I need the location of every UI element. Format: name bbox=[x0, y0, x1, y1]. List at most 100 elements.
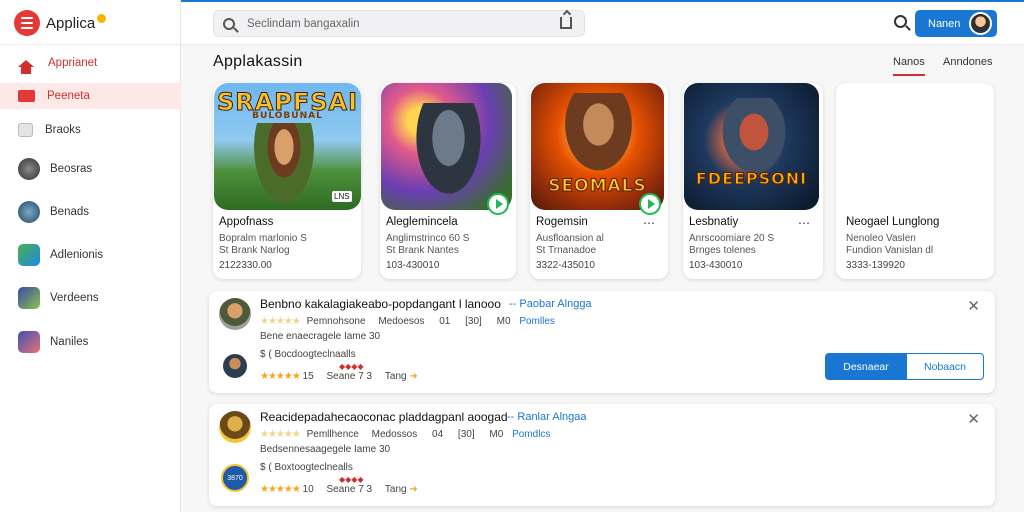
avatar bbox=[223, 354, 247, 378]
sidebar: Applica Apprianet Peeneta Braoks Beosras… bbox=[0, 0, 181, 512]
review-author-link[interactable]: -- Ranlar Alngaa bbox=[507, 411, 587, 423]
menu-icon[interactable] bbox=[14, 10, 40, 36]
sidebar-item-home[interactable]: Apprianet bbox=[0, 50, 181, 76]
app-card[interactable]: FDEEPSONI ⋯ Lesbnatiy Anrscoomiare 20 S … bbox=[683, 83, 823, 279]
home-icon bbox=[18, 59, 34, 74]
character-art bbox=[411, 103, 486, 203]
app-name: Appofnass bbox=[219, 216, 274, 228]
app-size: 2122330.00 bbox=[219, 260, 272, 271]
game-thumbnail-icon bbox=[18, 201, 40, 223]
character-art bbox=[254, 123, 314, 203]
rating-stars: ★★★★★ bbox=[260, 484, 301, 495]
app-card[interactable]: SEOMALS ⋯ Rogemsin Ausfloansion al St Tr… bbox=[530, 83, 668, 279]
search-bar[interactable] bbox=[213, 10, 585, 37]
sidebar-item-label: Beosras bbox=[50, 163, 93, 175]
tab-1[interactable]: Nanos bbox=[893, 56, 925, 76]
arrow-icon: ➜ bbox=[409, 484, 418, 495]
app-category: Fundion Vanislan dl bbox=[846, 245, 934, 256]
review-link[interactable]: Pomdlcs bbox=[512, 429, 550, 440]
book-icon bbox=[18, 123, 33, 137]
rating-stars: ★★★★★ bbox=[260, 429, 301, 440]
secondary-button[interactable]: Nobaacn bbox=[906, 353, 984, 380]
app-artwork: SRAPFSAI BULOBUNAL LNS bbox=[214, 83, 361, 210]
art-title: SEOMALS bbox=[548, 176, 647, 197]
app-category: St Brank Narlog bbox=[219, 245, 290, 256]
review-meta: ★★★★★ Pemllhence Medossos 04 [30] M0 Pom… bbox=[260, 429, 551, 440]
signin-label: Nanen bbox=[928, 17, 961, 30]
sidebar-item-label: Naniles bbox=[50, 336, 89, 348]
close-icon[interactable]: ✕ bbox=[967, 410, 980, 428]
app-category: Brnges tolenes bbox=[689, 245, 756, 256]
app-name: Neogael Lunglong bbox=[846, 216, 940, 228]
review-reply: $ ( Bocdoogteclnaalls bbox=[260, 349, 356, 360]
review-link[interactable]: Pomlles bbox=[519, 316, 555, 327]
app-name: Lesbnatiy bbox=[689, 216, 739, 228]
brand: Applica bbox=[14, 9, 107, 37]
app-size: 3322-435010 bbox=[536, 260, 595, 271]
art-title: FDEEPSONI bbox=[695, 169, 808, 189]
review-title: Reacidepadahecaoconac pladdagpanl aoogad bbox=[260, 410, 508, 424]
sidebar-item-label: Verdeens bbox=[50, 292, 99, 304]
app-developer: Anrscoomiare 20 S bbox=[689, 233, 775, 244]
sidebar-item-label: Apprianet bbox=[48, 57, 98, 69]
game-thumbnail-icon bbox=[18, 158, 40, 180]
app-size: 103-430010 bbox=[386, 260, 440, 271]
avatar[interactable] bbox=[969, 12, 992, 35]
sidebar-item-books[interactable]: Braoks bbox=[0, 117, 181, 143]
play-icon[interactable] bbox=[639, 193, 661, 215]
sidebar-item-label: Braoks bbox=[45, 124, 81, 136]
app-developer: Bopralm marlonio S bbox=[219, 233, 307, 244]
review-card: Reacidepadahecaoconac pladdagpanl aoogad… bbox=[209, 404, 995, 506]
review-meta: ★★★★★ Pemnohsone Medoesos 01 [30] M0 Pom… bbox=[260, 316, 555, 327]
app-developer: Ausfloansion al bbox=[536, 233, 604, 244]
review-stats: ★★★★★ 15 Seane 7 3 Tang ➜ bbox=[260, 371, 418, 382]
app-card[interactable]: Neogael Lunglong Nenoleo Vaslen Fundion … bbox=[836, 83, 994, 279]
app-name: Rogemsin bbox=[536, 216, 588, 228]
sidebar-item-label: Peeneta bbox=[47, 90, 90, 102]
rating-stars: ★★★★★ bbox=[260, 316, 301, 327]
search-icon bbox=[223, 17, 235, 30]
review-stats: ★★★★★ 10 Seane 7 3 Tang ➜ bbox=[260, 484, 418, 495]
app-size: 103-430010 bbox=[689, 260, 743, 271]
tab-2[interactable]: Anndones bbox=[943, 56, 993, 68]
app-name: Applica bbox=[46, 14, 96, 32]
sidebar-item-mail[interactable]: Peeneta bbox=[0, 83, 181, 109]
avatar[interactable] bbox=[219, 411, 251, 443]
review-reply: $ ( Boxtoogteclnealls bbox=[260, 462, 353, 473]
sidebar-item-label: Benads bbox=[50, 206, 90, 218]
search-input[interactable] bbox=[247, 17, 547, 30]
search-icon[interactable] bbox=[894, 15, 907, 28]
app-name: Aleglemincela bbox=[386, 216, 458, 228]
art-tag: LNS bbox=[332, 191, 352, 202]
app-size: 3333-139920 bbox=[846, 260, 905, 271]
notification-dot-icon bbox=[97, 13, 107, 23]
app-card[interactable]: Aleglemincela Anglimstrinco 60 S St Bran… bbox=[380, 83, 516, 279]
review-author-link[interactable]: -- Paobar Alngga bbox=[509, 298, 592, 310]
avatar[interactable] bbox=[219, 298, 251, 330]
sidebar-item-6[interactable]: Adlenionis bbox=[0, 242, 181, 268]
game-thumbnail-icon bbox=[18, 244, 40, 266]
close-icon[interactable]: ✕ bbox=[967, 297, 980, 315]
review-title: Benbno kakalagiakeabo-popdangant l lanoo… bbox=[260, 297, 501, 311]
primary-button[interactable]: Desnaear bbox=[825, 353, 907, 380]
app-developer: Nenoleo Vaslen bbox=[846, 233, 916, 244]
art-subtitle: BULOBUNAL bbox=[252, 111, 323, 121]
app-card[interactable]: SRAPFSAI BULOBUNAL LNS Appofnass Bopralm… bbox=[213, 83, 361, 279]
app-category: St Brank Nantes bbox=[386, 245, 459, 256]
play-icon[interactable] bbox=[487, 193, 509, 215]
sidebar-item-7[interactable]: Verdeens bbox=[0, 285, 181, 311]
more-icon[interactable]: ⋯ bbox=[643, 216, 656, 230]
arrow-icon: ➜ bbox=[409, 371, 418, 382]
sidebar-item-4[interactable]: Beosras bbox=[0, 156, 181, 182]
sidebar-item-5[interactable]: Benads bbox=[0, 199, 181, 225]
sidebar-item-8[interactable]: Naniles bbox=[0, 329, 181, 355]
review-text: Bedsennesaagegele Iame 30 bbox=[260, 444, 391, 455]
section-title: Applakassin bbox=[213, 53, 303, 70]
character-art bbox=[556, 93, 641, 183]
more-icon[interactable]: ⋯ bbox=[798, 216, 811, 230]
badge-icon: 3870 bbox=[221, 464, 249, 492]
divider bbox=[0, 44, 181, 45]
rating-stars: ★★★★★ bbox=[260, 371, 301, 382]
app-category: St Trnanadoe bbox=[536, 245, 597, 256]
share-icon[interactable] bbox=[560, 17, 572, 29]
